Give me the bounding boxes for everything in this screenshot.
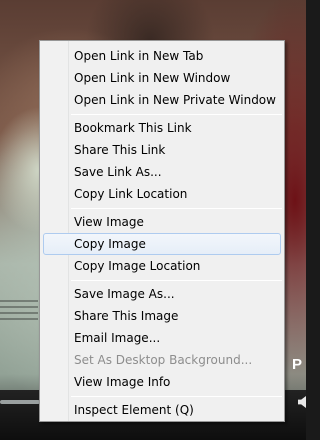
- stripe: [0, 300, 38, 302]
- menu-item-view-image[interactable]: View Image: [43, 211, 281, 233]
- menu-item-email-image[interactable]: Email Image...: [43, 327, 281, 349]
- menu-separator: [71, 114, 282, 115]
- seek-track[interactable]: [0, 400, 40, 404]
- overlay-letter: P: [292, 356, 303, 373]
- menu-item-set-desktop-background: Set As Desktop Background...: [74, 353, 253, 367]
- menu-item-inspect-element[interactable]: Inspect Element (Q): [43, 399, 281, 421]
- menu-item-share-image[interactable]: Share This Image: [43, 305, 281, 327]
- menu-item-open-link-new-tab[interactable]: Open Link in New Tab: [43, 45, 281, 67]
- menu-item-copy-link-location[interactable]: Copy Link Location: [43, 183, 281, 205]
- menu-item-copy-image-location[interactable]: Copy Image Location: [43, 255, 281, 277]
- menu-item-open-link-new-window[interactable]: Open Link in New Window: [43, 67, 281, 89]
- stripe: [0, 318, 38, 320]
- menu-item-bookmark-link[interactable]: Bookmark This Link: [43, 117, 281, 139]
- menu-item-open-link-private-window[interactable]: Open Link in New Private Window: [43, 89, 281, 111]
- menu-item-share-link[interactable]: Share This Link: [43, 139, 281, 161]
- menu-separator: [71, 208, 282, 209]
- menu-item-view-image-info[interactable]: View Image Info: [43, 371, 281, 393]
- context-menu: Open Link in New Tab Open Link in New Wi…: [39, 40, 285, 422]
- stripe: [0, 306, 38, 308]
- menu-item-save-link-as[interactable]: Save Link As...: [43, 161, 281, 183]
- stripe: [0, 312, 38, 314]
- menu-item-save-image-as[interactable]: Save Image As...: [43, 283, 281, 305]
- menu-separator: [71, 280, 282, 281]
- menu-separator: [71, 396, 282, 397]
- menu-item-copy-image[interactable]: Copy Image: [43, 233, 281, 255]
